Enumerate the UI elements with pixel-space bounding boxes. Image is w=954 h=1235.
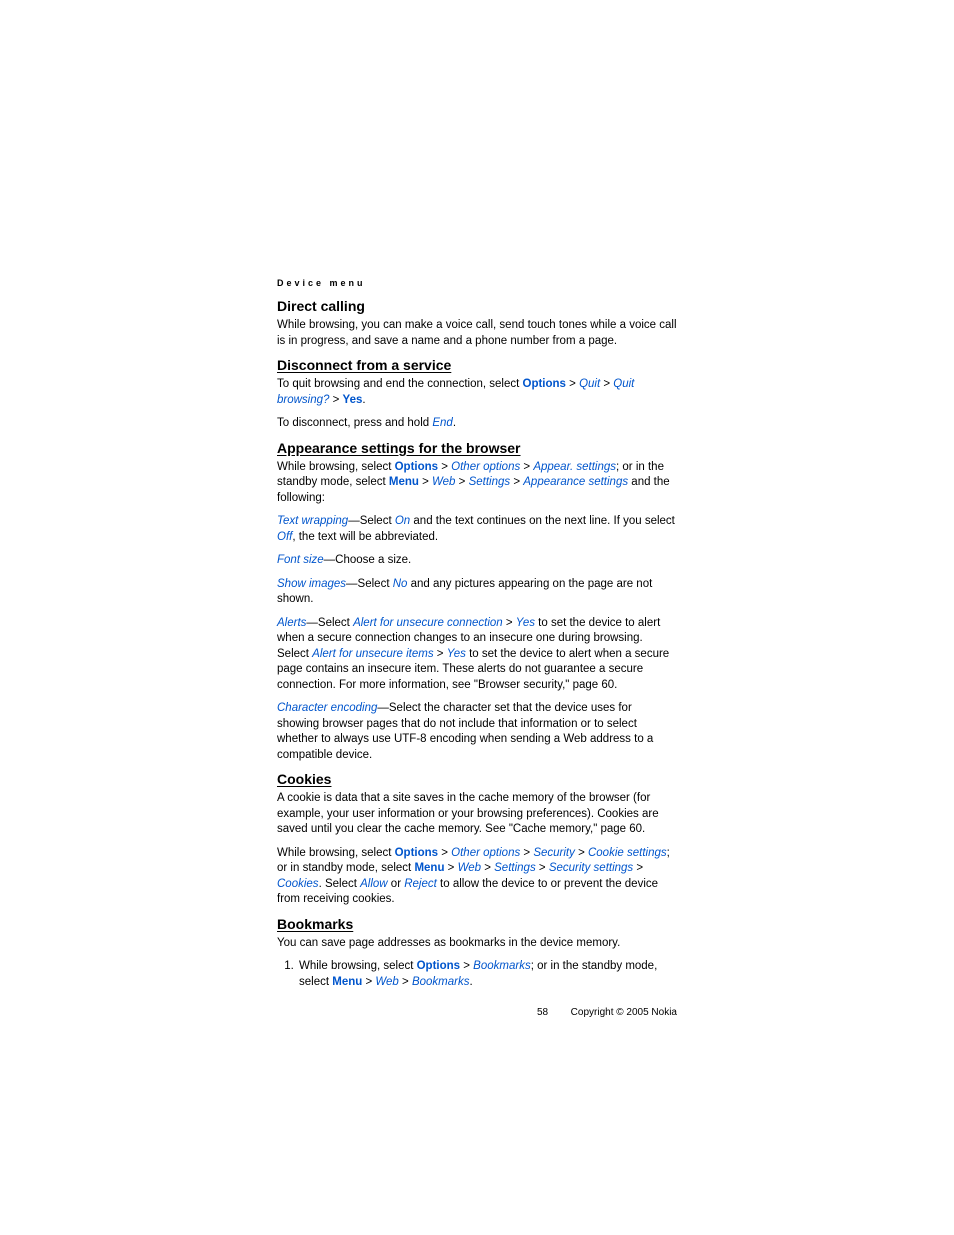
separator: > (460, 960, 473, 972)
menu-option: Menu (389, 476, 419, 488)
menu-item: Web (375, 976, 398, 988)
body-text: To quit browsing and end the connection,… (277, 377, 677, 408)
body-text: While browsing, select Options > Other o… (277, 460, 677, 507)
document-page: Device menu Direct calling While browsin… (277, 278, 677, 991)
text-run: . Select (319, 878, 361, 890)
separator: > (503, 617, 516, 629)
menu-item: Reject (404, 878, 437, 890)
heading-disconnect: Disconnect from a service (277, 357, 677, 373)
separator: > (633, 862, 643, 874)
list-item: While browsing, select Options > Bookmar… (297, 959, 677, 990)
menu-option: Options (395, 461, 438, 473)
body-text: Font size—Choose a size. (277, 553, 677, 569)
heading-bookmarks: Bookmarks (277, 916, 677, 932)
separator: > (444, 862, 457, 874)
separator: > (600, 378, 613, 390)
separator: > (434, 648, 447, 660)
body-text: While browsing, select Options > Other o… (277, 846, 677, 908)
menu-item: Other options (451, 847, 520, 859)
body-text: Character encoding—Select the character … (277, 701, 677, 763)
separator: > (481, 862, 494, 874)
body-text: Alerts—Select Alert for unsecure connect… (277, 616, 677, 694)
menu-item: Quit (579, 378, 600, 390)
menu-item: Bookmarks (412, 976, 470, 988)
separator: > (520, 847, 533, 859)
running-header: Device menu (277, 278, 677, 288)
heading-appearance: Appearance settings for the browser (277, 440, 677, 456)
setting-name: Text wrapping (277, 515, 348, 527)
page-number: 58 (537, 1007, 548, 1018)
menu-item: Allow (360, 878, 387, 890)
separator: > (536, 862, 549, 874)
body-text: A cookie is data that a site saves in th… (277, 791, 677, 838)
menu-item: Cookie settings (588, 847, 667, 859)
body-text: You can save page addresses as bookmarks… (277, 936, 677, 952)
menu-option: Yes (343, 394, 363, 406)
text-run: To disconnect, press and hold (277, 417, 432, 429)
menu-item: On (395, 515, 410, 527)
menu-item: Web (432, 476, 455, 488)
separator: > (419, 476, 432, 488)
setting-name: Font size (277, 554, 324, 566)
menu-item: No (393, 578, 408, 590)
text-run: . (362, 394, 365, 406)
copyright-text: Copyright © 2005 Nokia (571, 1007, 677, 1018)
menu-item: Appear. settings (533, 461, 616, 473)
text-run: While browsing, select (277, 461, 395, 473)
separator: > (438, 847, 451, 859)
text-run: While browsing, select (277, 847, 395, 859)
text-run: . (453, 417, 456, 429)
menu-item: Yes (516, 617, 535, 629)
menu-item: Bookmarks (473, 960, 531, 972)
heading-direct-calling: Direct calling (277, 298, 677, 314)
text-run: . (469, 976, 472, 988)
menu-item: Appearance settings (523, 476, 628, 488)
text-run: —Select (306, 617, 353, 629)
text-run: and the text continues on the next line.… (410, 515, 675, 527)
text-run: , the text will be abbreviated. (292, 531, 438, 543)
menu-item: Cookies (277, 878, 319, 890)
menu-item: Settings (494, 862, 536, 874)
setting-name: Alerts (277, 617, 306, 629)
menu-item: Yes (447, 648, 466, 660)
separator: > (362, 976, 375, 988)
body-text: Text wrapping—Select On and the text con… (277, 514, 677, 545)
menu-item: Security (533, 847, 575, 859)
menu-option: Options (523, 378, 566, 390)
separator: > (510, 476, 523, 488)
menu-item: Alert for unsecure items (312, 648, 433, 660)
separator: > (520, 461, 533, 473)
menu-item: Settings (469, 476, 511, 488)
text-run: While browsing, select (299, 960, 417, 972)
separator: > (455, 476, 468, 488)
text-run: —Select (348, 515, 395, 527)
menu-item: Web (458, 862, 481, 874)
numbered-list: While browsing, select Options > Bookmar… (277, 959, 677, 990)
separator: > (566, 378, 579, 390)
menu-item: End (432, 417, 452, 429)
text-run: To quit browsing and end the connection,… (277, 378, 523, 390)
menu-option: Options (395, 847, 438, 859)
setting-name: Show images (277, 578, 346, 590)
menu-option: Options (417, 960, 460, 972)
separator: > (575, 847, 588, 859)
separator: > (329, 394, 342, 406)
menu-item: Security settings (549, 862, 633, 874)
menu-item: Alert for unsecure connection (353, 617, 503, 629)
separator: > (399, 976, 412, 988)
body-text: While browsing, you can make a voice cal… (277, 318, 677, 349)
text-run: —Choose a size. (324, 554, 412, 566)
heading-cookies: Cookies (277, 771, 677, 787)
menu-item: Other options (451, 461, 520, 473)
text-run: or (388, 878, 405, 890)
menu-option: Menu (332, 976, 362, 988)
menu-option: Menu (414, 862, 444, 874)
text-run: —Select (346, 578, 393, 590)
body-text: To disconnect, press and hold End. (277, 416, 677, 432)
separator: > (438, 461, 451, 473)
menu-item: Off (277, 531, 292, 543)
setting-name: Character encoding (277, 702, 377, 714)
body-text: Show images—Select No and any pictures a… (277, 577, 677, 608)
